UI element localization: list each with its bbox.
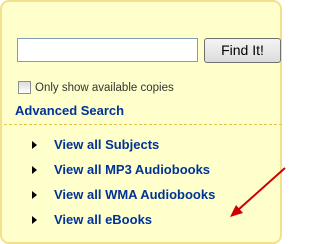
advanced-search-link[interactable]: Advanced Search: [15, 102, 124, 120]
available-only-checkbox[interactable]: [18, 81, 31, 94]
search-input[interactable]: [17, 38, 198, 62]
nav-item-label[interactable]: View all MP3 Audiobooks: [54, 161, 210, 179]
search-panel: Find It! Only show available copies Adva…: [0, 0, 282, 244]
nav-item-label[interactable]: View all eBooks: [54, 211, 152, 229]
triangle-right-icon: [32, 141, 37, 149]
nav-item-label[interactable]: View all WMA Audiobooks: [54, 186, 215, 204]
triangle-right-icon: [32, 191, 37, 199]
available-only-label[interactable]: Only show available copies: [35, 80, 174, 96]
triangle-right-icon: [32, 216, 37, 224]
nav-item-label[interactable]: View all Subjects: [54, 136, 159, 154]
dashed-divider: [4, 124, 282, 125]
triangle-right-icon: [32, 166, 37, 174]
find-it-button[interactable]: Find It!: [204, 38, 281, 63]
